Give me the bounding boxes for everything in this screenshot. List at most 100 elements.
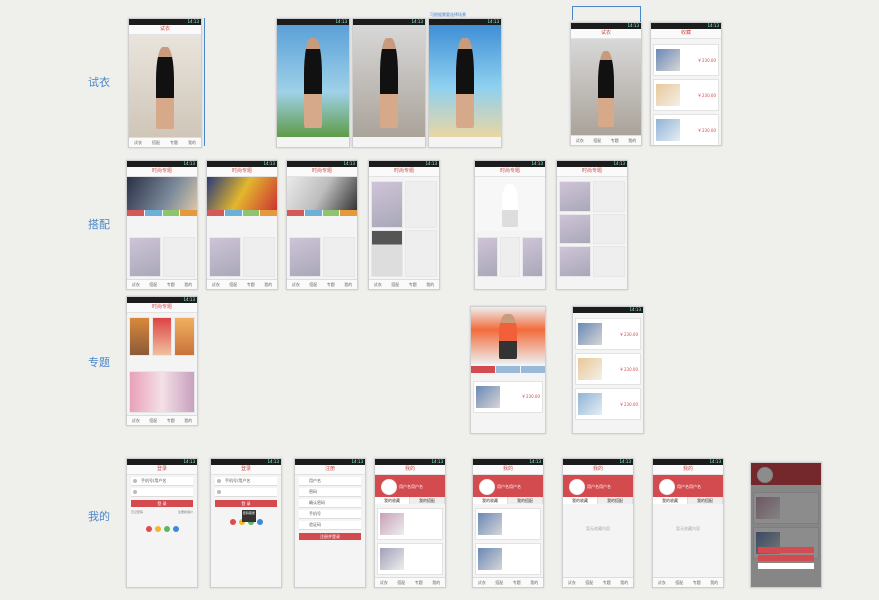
outfit-cell[interactable] [559, 213, 591, 245]
outfit-cell[interactable] [371, 181, 403, 228]
tab-mine[interactable]: 我的 [616, 578, 634, 587]
tab-mine[interactable]: 我的 [428, 578, 446, 587]
scene-outdoor[interactable] [277, 25, 349, 137]
tab-mine[interactable]: 我的 [526, 578, 544, 587]
tab-topic[interactable]: 专题 [508, 578, 526, 587]
login-button[interactable]: 登 录 [215, 500, 277, 507]
outfit-cell[interactable] [499, 237, 521, 277]
tab-tryon[interactable]: 试衣 [473, 578, 491, 587]
tab-tryon[interactable]: 试衣 [127, 416, 145, 425]
avatar[interactable] [479, 479, 495, 495]
register-link[interactable]: 注册新用户 [178, 510, 193, 514]
scene-mall[interactable] [353, 25, 425, 137]
action-sheet-option[interactable] [758, 555, 814, 561]
outfit-preview[interactable] [475, 177, 545, 232]
tab-topic[interactable]: 专题 [242, 280, 260, 289]
topic-cell[interactable] [151, 317, 173, 357]
category-tab[interactable] [224, 210, 242, 217]
tab-my-outfits[interactable]: 我的搭配 [508, 497, 543, 504]
tab-mine[interactable]: 我的 [260, 280, 278, 289]
tab-tryon[interactable]: 试衣 [207, 280, 225, 289]
tab-tryon[interactable]: 试衣 [369, 280, 387, 289]
login-button[interactable]: 登 录 [131, 500, 193, 507]
outfit-cell[interactable] [477, 237, 498, 277]
tab-match[interactable]: 搭配 [581, 578, 599, 587]
avatar[interactable] [381, 479, 397, 495]
tab-topic[interactable]: 专题 [410, 578, 428, 587]
list-item[interactable] [377, 508, 443, 540]
list-item[interactable]: ¥ 230.00 [653, 79, 719, 111]
tab-topic[interactable]: 专题 [606, 136, 624, 145]
password-field[interactable] [215, 488, 277, 497]
topic-cell[interactable] [129, 370, 195, 413]
banner-image[interactable] [287, 177, 357, 211]
topic-hero-image[interactable] [471, 307, 545, 364]
category-tab[interactable] [322, 210, 340, 217]
tab-match[interactable]: 搭配 [145, 416, 163, 425]
topic-cell[interactable] [174, 317, 195, 357]
category-tab[interactable] [304, 210, 322, 217]
list-item[interactable] [377, 543, 443, 575]
scene-beach[interactable] [429, 25, 501, 137]
outfit-cell[interactable] [593, 213, 625, 245]
outfit-cell[interactable] [405, 230, 437, 277]
tryon-stage[interactable] [129, 35, 201, 137]
avatar[interactable] [659, 479, 675, 495]
register-field-phone[interactable]: 手机号 [299, 510, 361, 519]
tab-match[interactable]: 搭配 [225, 280, 243, 289]
tab-match[interactable]: 搭配 [145, 280, 163, 289]
tryon-stage[interactable] [571, 39, 641, 135]
outfit-cell[interactable] [405, 181, 437, 228]
tab-match[interactable]: 搭配 [589, 136, 607, 145]
qq-icon[interactable] [154, 526, 161, 532]
outfit-cell[interactable] [243, 237, 275, 277]
outfit-cell[interactable] [163, 237, 195, 277]
tab-match[interactable]: 搭配 [305, 280, 323, 289]
avatar[interactable] [569, 479, 585, 495]
tab-my-outfits[interactable]: 我的搭配 [598, 497, 633, 504]
username-field[interactable]: 手机号/用户名 [215, 477, 277, 486]
outfit-cell[interactable] [593, 181, 625, 212]
tab-topic[interactable]: 专题 [598, 578, 616, 587]
tab-tryon[interactable]: 试衣 [571, 136, 589, 145]
username-field[interactable]: 手机号/用户名 [131, 477, 193, 486]
banner-image[interactable] [127, 177, 197, 211]
share-button[interactable] [496, 366, 520, 374]
tab-mine[interactable]: 我的 [422, 280, 440, 289]
tab-my-favorites[interactable]: 我的收藏 [563, 497, 598, 504]
password-field[interactable] [131, 488, 193, 497]
tencent-icon[interactable] [172, 526, 179, 532]
topic-cell[interactable] [129, 317, 150, 357]
tab-match[interactable]: 搭配 [491, 578, 509, 587]
tab-tryon[interactable]: 试衣 [563, 578, 581, 587]
action-sheet-option[interactable] [758, 547, 814, 553]
list-item[interactable] [475, 508, 541, 540]
list-item[interactable]: ¥ 230.00 [575, 353, 641, 385]
outfit-cell[interactable] [129, 237, 161, 277]
outfit-cell[interactable] [593, 246, 625, 277]
register-field-code[interactable]: 验证码 [299, 521, 361, 530]
category-tab[interactable] [180, 210, 197, 217]
outfit-cell[interactable] [289, 237, 321, 277]
list-item[interactable]: ¥ 230.00 [473, 380, 543, 413]
tab-tryon[interactable]: 试衣 [375, 578, 393, 587]
list-item[interactable]: ¥ 230.00 [653, 44, 719, 76]
tab-topic[interactable]: 专题 [162, 416, 180, 425]
category-tab[interactable] [287, 210, 304, 217]
outfit-cell[interactable] [559, 246, 591, 277]
tab-tryon[interactable]: 试衣 [129, 138, 147, 147]
wechat-icon[interactable] [163, 526, 170, 532]
category-tab[interactable] [144, 210, 162, 217]
tab-topic[interactable]: 专题 [322, 280, 340, 289]
category-tab[interactable] [162, 210, 180, 217]
tab-my-outfits[interactable]: 我的搭配 [410, 497, 445, 504]
tab-mine[interactable]: 我的 [183, 138, 201, 147]
list-item[interactable] [475, 543, 541, 575]
tab-tryon[interactable]: 试衣 [127, 280, 145, 289]
outfit-cell[interactable] [559, 181, 591, 212]
register-field-username[interactable]: 用户名 [299, 477, 361, 486]
tencent-icon[interactable] [256, 519, 263, 525]
list-item[interactable]: ¥ 230.00 [575, 388, 641, 420]
list-item[interactable]: ¥ 230.00 [653, 114, 719, 145]
tab-match[interactable]: 搭配 [147, 138, 165, 147]
